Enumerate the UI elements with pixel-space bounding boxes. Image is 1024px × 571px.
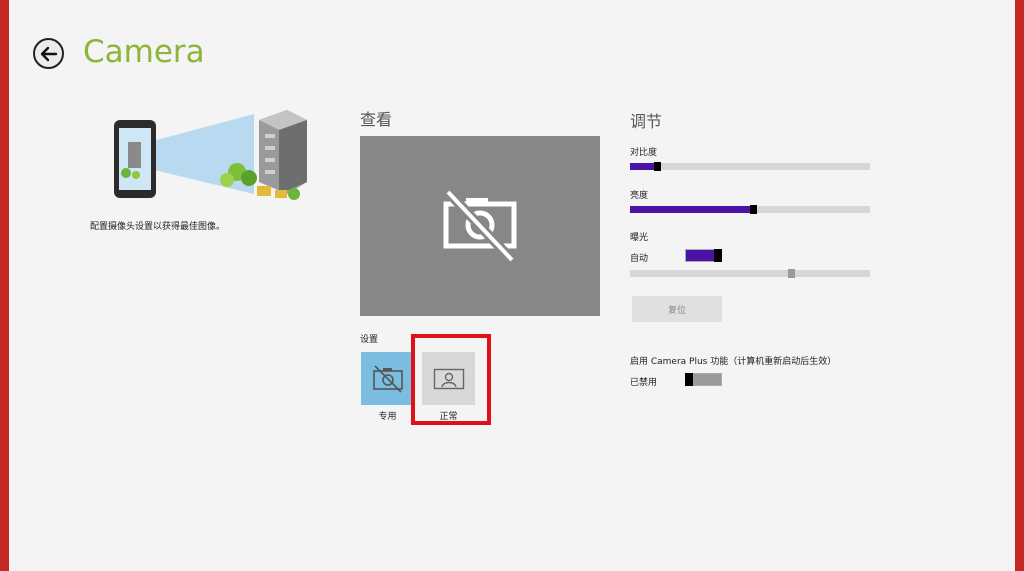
camera-plus-status: 已禁用 — [630, 378, 658, 388]
contrast-slider[interactable] — [630, 162, 870, 171]
description-text: 配置摄像头设置以获得最佳图像。 — [90, 222, 226, 232]
contrast-label: 对比度 — [630, 148, 658, 158]
camera-off-icon — [443, 190, 517, 262]
mode-dedicated-tile[interactable] — [361, 352, 414, 405]
auto-exposure-toggle[interactable] — [685, 249, 722, 262]
camera-plus-label: 启用 Camera Plus 功能（计算机重新启动后生效） — [630, 357, 837, 367]
reset-button[interactable]: 复位 — [632, 296, 722, 322]
page-title: Camera — [83, 34, 205, 70]
back-button[interactable] — [33, 38, 64, 69]
brightness-slider-thumb[interactable] — [750, 205, 757, 214]
camera-preview — [360, 136, 600, 316]
exposure-slider[interactable] — [630, 269, 870, 278]
camera-off-icon — [372, 364, 403, 393]
brightness-slider[interactable] — [630, 205, 870, 214]
toggle-knob — [714, 249, 722, 262]
arrow-left-icon — [40, 46, 57, 61]
view-heading: 查看 — [360, 110, 393, 129]
adjust-heading: 调节 — [630, 112, 663, 131]
exposure-slider-thumb[interactable] — [788, 269, 795, 278]
brightness-slider-fill — [630, 206, 750, 213]
toggle-knob — [685, 373, 693, 386]
contrast-slider-thumb[interactable] — [654, 162, 661, 171]
auto-label: 自动 — [630, 254, 649, 264]
camera-plus-toggle[interactable] — [685, 373, 722, 386]
mode-dedicated-label: 专用 — [378, 412, 397, 422]
app-window: Camera 配置摄像头设置以获得最佳图像。 查看 设置 专用 正常 调节 对比… — [9, 0, 1015, 571]
settings-label: 设置 — [360, 335, 379, 345]
contrast-slider-fill — [630, 163, 654, 170]
camera-illustration — [114, 110, 307, 200]
exposure-label: 曝光 — [630, 233, 649, 243]
selection-highlight — [411, 334, 491, 425]
brightness-label: 亮度 — [630, 191, 649, 201]
